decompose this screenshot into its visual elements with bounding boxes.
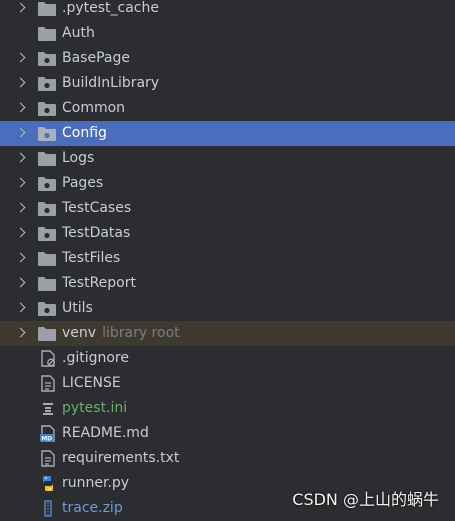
chevron-right-icon[interactable]	[16, 146, 28, 171]
tree-item-buildinlibrary[interactable]: BuildInLibrary	[0, 71, 455, 96]
tree-item-label: Config	[62, 125, 107, 141]
text-file-icon	[41, 450, 55, 467]
package-folder-icon	[38, 177, 56, 191]
tree-item-gitignore[interactable]: .gitignore	[0, 346, 455, 371]
text-file-icon	[41, 375, 55, 392]
library-root-hint: library root	[102, 325, 180, 341]
tree-item-label: Logs	[62, 150, 95, 166]
tree-item-config[interactable]: Config	[0, 121, 455, 146]
tree-item-pages[interactable]: Pages	[0, 171, 455, 196]
tree-item-pytest-cache[interactable]: .pytest_cache	[0, 0, 455, 21]
chevron-right-icon[interactable]	[16, 221, 28, 246]
tree-item-label: TestCases	[62, 200, 132, 216]
chevron-right-icon[interactable]	[16, 0, 28, 21]
zip-file-icon	[44, 500, 52, 517]
folder-icon	[38, 277, 56, 291]
tree-item-label: runner.py	[62, 475, 130, 491]
package-folder-icon	[38, 52, 56, 66]
chevron-right-icon[interactable]	[16, 96, 28, 121]
tree-item-label: pytest.ini	[62, 400, 128, 416]
tree-item-testreport[interactable]: TestReport	[0, 271, 455, 296]
chevron-right-icon[interactable]	[16, 171, 28, 196]
folder-icon	[38, 152, 56, 166]
tree-item-label: BasePage	[62, 50, 130, 66]
venv-label: venv	[62, 325, 97, 341]
tree-item-label: BuildInLibrary	[62, 75, 160, 91]
chevron-right-icon[interactable]	[16, 71, 28, 96]
package-folder-icon	[38, 227, 56, 241]
tree-item-label: .pytest_cache	[62, 0, 159, 16]
tree-item-label: TestFiles	[62, 250, 121, 266]
package-folder-icon	[38, 302, 56, 316]
tree-item-label: trace.zip	[62, 500, 123, 516]
python-file-icon	[43, 476, 53, 491]
chevron-right-icon[interactable]	[16, 196, 28, 221]
package-folder-icon	[38, 127, 56, 141]
tree-item-label: README.md	[62, 425, 149, 441]
chevron-right-icon[interactable]	[16, 321, 28, 346]
chevron-right-icon[interactable]	[16, 121, 28, 146]
tree-item-label: venv library root	[62, 321, 180, 346]
package-folder-icon	[38, 102, 56, 116]
project-tree: .pytest_cache Auth BasePage BuildInLibra…	[0, 0, 455, 521]
package-folder-icon	[38, 202, 56, 216]
folder-icon	[38, 2, 56, 16]
tree-item-common[interactable]: Common	[0, 96, 455, 121]
tree-item-utils[interactable]: Utils	[0, 296, 455, 321]
package-folder-icon	[38, 77, 56, 91]
tree-item-basepage[interactable]: BasePage	[0, 46, 455, 71]
chevron-right-icon[interactable]	[16, 246, 28, 271]
tree-item-label: requirements.txt	[62, 450, 180, 466]
folder-icon	[38, 252, 56, 266]
tree-item-label: Utils	[62, 300, 93, 316]
tree-item-testcases[interactable]: TestCases	[0, 196, 455, 221]
gitignore-file-icon	[41, 350, 55, 367]
chevron-right-icon[interactable]	[16, 271, 28, 296]
tree-item-logs[interactable]: Logs	[0, 146, 455, 171]
tree-item-auth[interactable]: Auth	[0, 21, 455, 46]
tree-item-testdatas[interactable]: TestDatas	[0, 221, 455, 246]
tree-item-requirements[interactable]: requirements.txt	[0, 446, 455, 471]
tree-item-label: LICENSE	[62, 375, 121, 391]
folder-icon	[38, 327, 56, 341]
tree-item-label: TestReport	[62, 275, 136, 291]
folder-icon	[38, 27, 56, 41]
tree-item-label: TestDatas	[62, 225, 131, 241]
tree-item-testfiles[interactable]: TestFiles	[0, 246, 455, 271]
tree-item-label: .gitignore	[62, 350, 129, 366]
tree-item-label: Auth	[62, 25, 95, 41]
chevron-right-icon[interactable]	[16, 296, 28, 321]
tree-item-label: Common	[62, 100, 126, 116]
csdn-watermark: CSDN @上山的蜗牛	[292, 490, 439, 509]
chevron-right-icon[interactable]	[16, 46, 28, 71]
ini-file-icon	[43, 403, 53, 415]
tree-item-venv[interactable]: venv library root	[0, 321, 455, 346]
tree-item-pytest-ini[interactable]: pytest.ini	[0, 396, 455, 421]
svg-text:MD: MD	[41, 436, 52, 442]
markdown-file-icon: MD	[40, 425, 55, 442]
tree-item-label: Pages	[62, 175, 104, 191]
tree-item-readme[interactable]: MD README.md	[0, 421, 455, 446]
tree-item-license[interactable]: LICENSE	[0, 371, 455, 396]
